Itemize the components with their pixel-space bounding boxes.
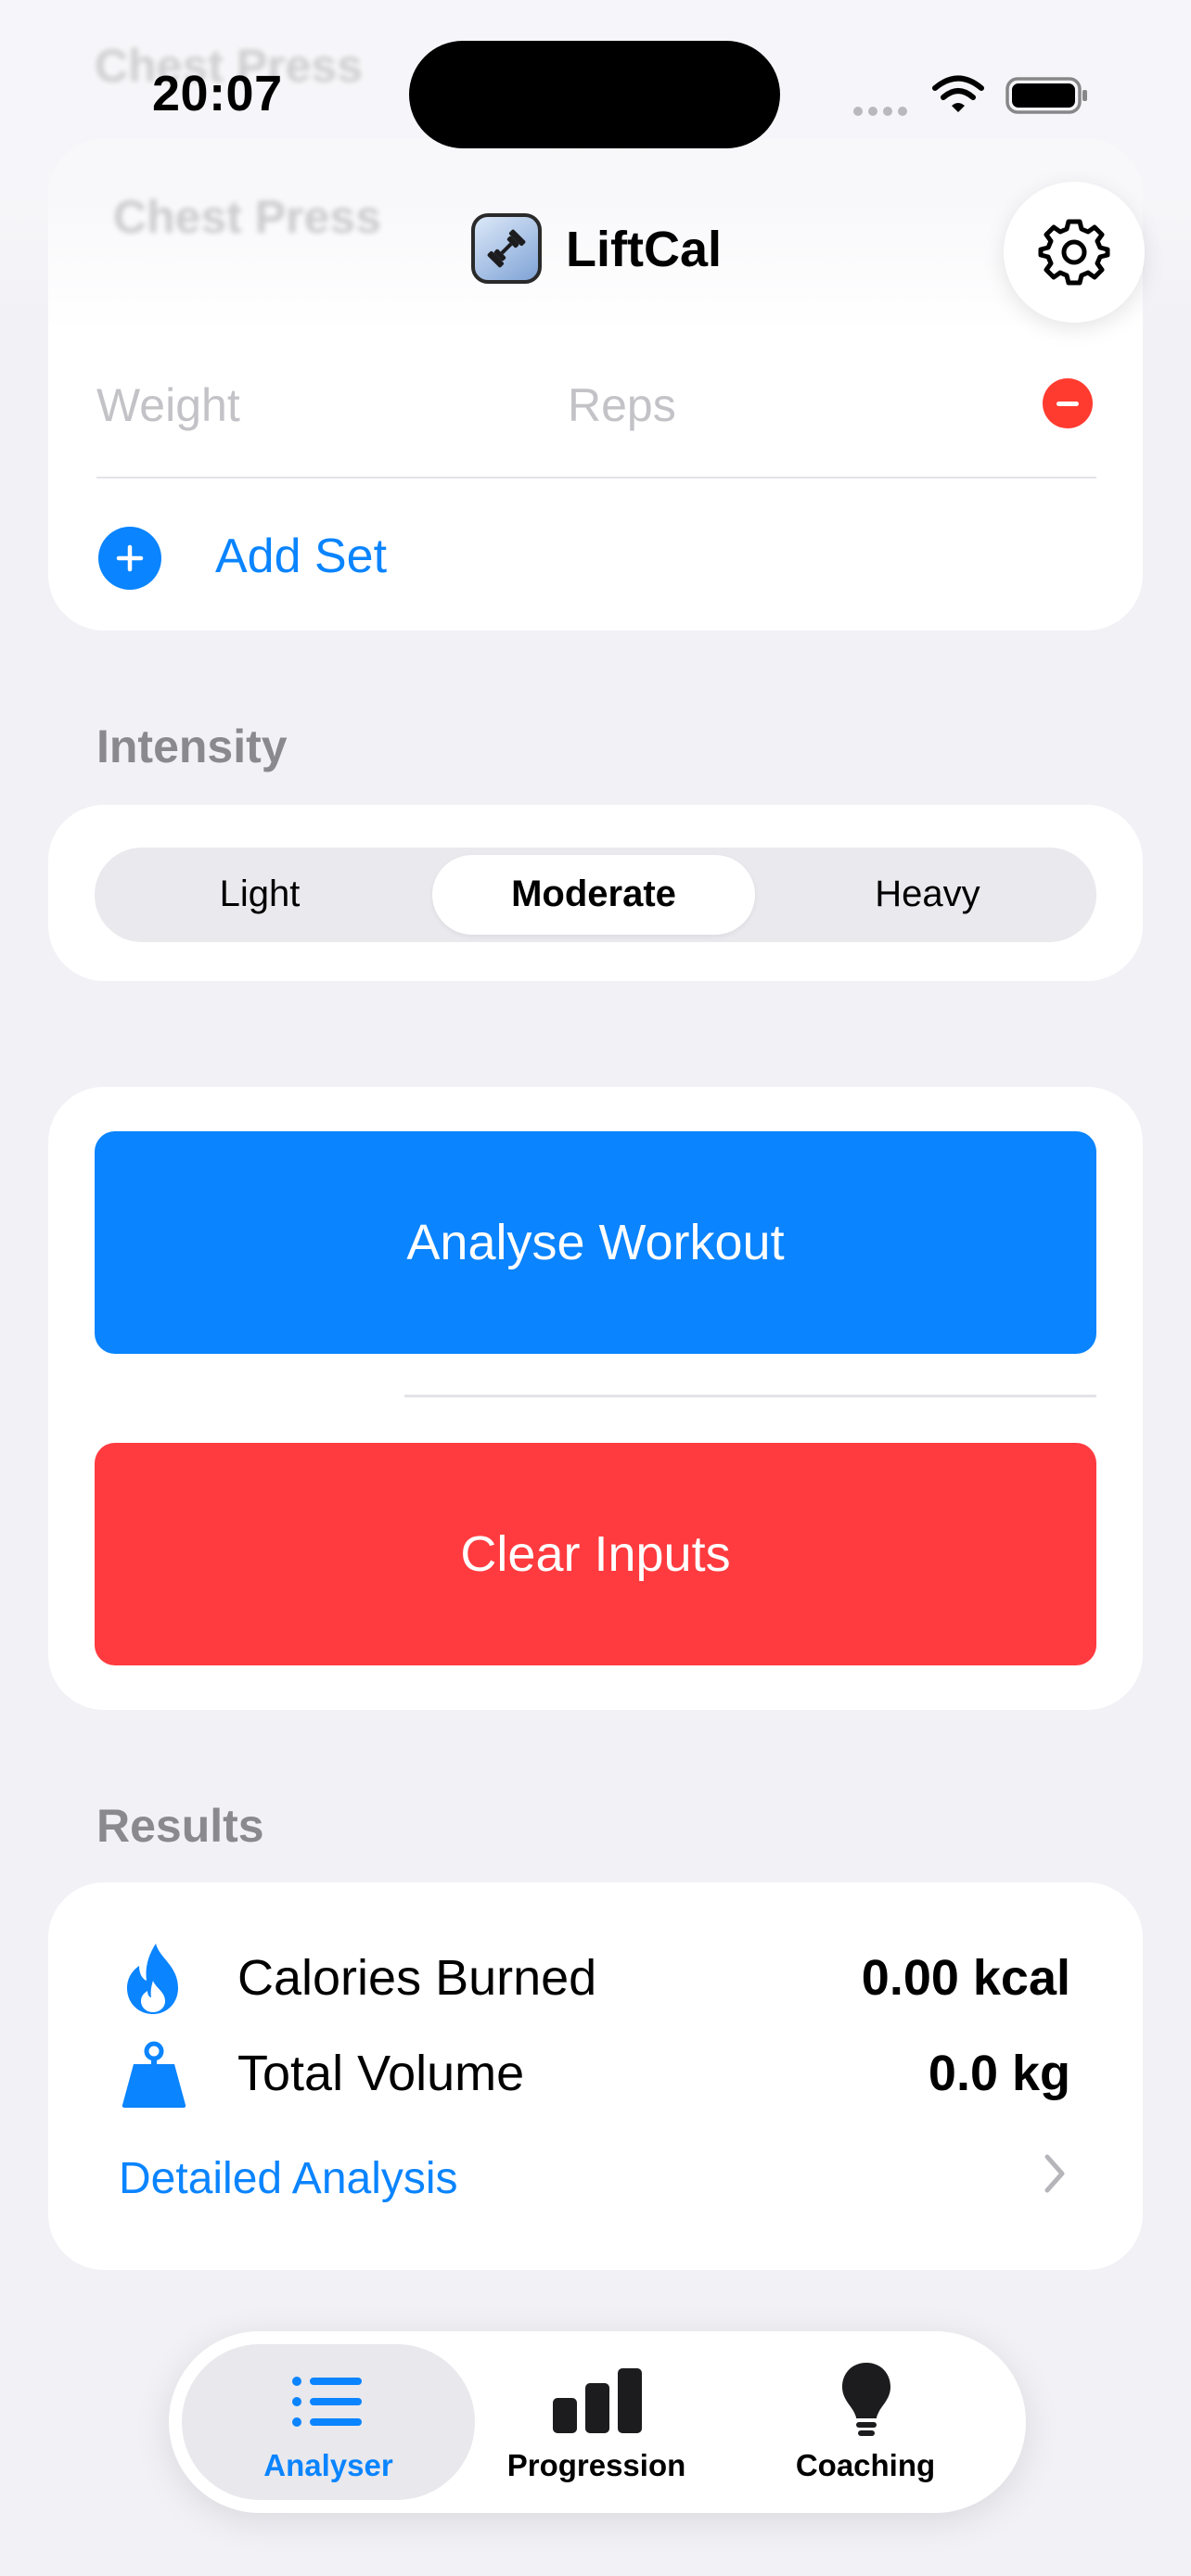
total-volume-label: Total Volume [237,2046,525,2101]
list-icon [292,2377,362,2427]
detailed-analysis-link[interactable]: Detailed Analysis [119,2153,458,2204]
results-section-label: Results [96,1800,264,1852]
segment-light[interactable]: Light [98,874,421,915]
signal-icon [853,104,913,121]
calories-burned-label: Calories Burned [237,1950,597,2006]
wifi-icon [932,75,984,112]
tab-analyser-label: Analyser [263,2448,393,2482]
lightbulb-icon [842,2363,890,2436]
segment-heavy[interactable]: Heavy [766,874,1089,915]
reps-input[interactable]: Reps [568,378,676,432]
calories-burned-value: 0.00 kcal [861,1950,1070,2006]
add-set-button[interactable]: Add Set [215,529,387,584]
status-time: 20:07 [152,66,283,121]
battery-icon [1005,77,1087,114]
gear-icon [1038,219,1110,286]
chevron-right-icon[interactable] [1043,2153,1067,2194]
segment-moderate[interactable]: Moderate [432,874,755,915]
scrolled-exercise-field: Chest Press [113,191,382,243]
tab-coaching-label: Coaching [795,2448,936,2482]
dumbbell-icon [487,229,526,268]
clear-inputs-button[interactable]: Clear Inputs [95,1443,1096,1665]
weight-icon [122,2041,186,2108]
divider [404,1395,1096,1397]
plus-icon [116,544,144,572]
settings-button[interactable] [1004,182,1145,323]
analyse-workout-button[interactable]: Analyse Workout [95,1131,1096,1354]
minus-icon [1057,401,1079,406]
flame-icon [127,1944,178,2014]
tab-progression-label: Progression [506,2448,686,2482]
app-logo-icon [471,213,542,284]
add-set-icon-button[interactable] [98,527,161,590]
app-title: LiftCal [566,222,722,277]
dynamic-island [409,41,780,148]
weight-input[interactable]: Weight [96,378,240,432]
divider [96,477,1096,478]
intensity-section-label: Intensity [96,721,288,772]
remove-set-button[interactable] [1043,378,1093,428]
total-volume-value: 0.0 kg [928,2046,1070,2101]
bar-chart-icon [553,2368,642,2433]
